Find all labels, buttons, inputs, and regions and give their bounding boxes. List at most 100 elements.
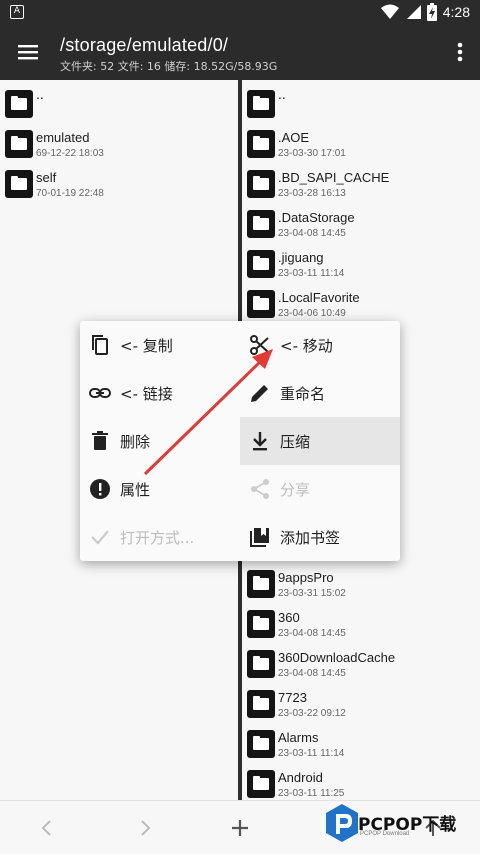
menu-item-open-with[interactable]: 打开方式...: [80, 513, 240, 561]
watermark-logo: PCPOP下载 PCPOP Download: [322, 802, 472, 846]
link-icon: [89, 388, 111, 398]
more-options-icon[interactable]: [454, 38, 466, 66]
folder-icon: [247, 570, 275, 598]
item-name: .jiguang: [278, 250, 324, 265]
folder-icon: [247, 290, 275, 318]
menu-item-label: 属性: [120, 481, 151, 499]
list-item[interactable]: emulated 69-12-22 18:03: [0, 124, 238, 164]
list-item[interactable]: .BD_SAPI_CACHE 23-03-28 16:13: [242, 164, 480, 204]
list-item-parent[interactable]: ..: [0, 84, 238, 124]
item-name: Alarms: [278, 730, 319, 745]
scissors-icon: [250, 335, 269, 355]
item-name: .BD_SAPI_CACHE: [278, 170, 390, 185]
folder-icon: [5, 90, 33, 118]
folder-icon: [247, 690, 275, 718]
item-name: .AOE: [278, 130, 310, 145]
context-menu: <- 复制 <- 移动 <- 链接 重命名 删除 压缩 属性 分享 打开方式..…: [80, 321, 400, 561]
list-item[interactable]: .DataStorage 23-04-08 14:45: [242, 204, 480, 244]
pencil-icon: [251, 385, 268, 402]
status-icons: 4:28: [380, 2, 470, 22]
folder-icon: [247, 210, 275, 238]
add-icon[interactable]: [227, 815, 253, 841]
list-item[interactable]: self 70-01-19 22:48: [0, 164, 238, 204]
item-name: .DataStorage: [278, 210, 355, 225]
item-date: 23-03-22 09:12: [278, 708, 346, 719]
menu-item-label: <- 链接: [120, 385, 173, 403]
item-date: 23-04-08 14:45: [278, 668, 346, 679]
list-item[interactable]: .LocalFavorite 23-04-06 10:49: [242, 284, 480, 324]
folder-icon: [247, 650, 275, 678]
watermark-brand-sub: PCPOP Download: [360, 831, 410, 837]
item-name: ..: [36, 86, 44, 102]
list-item[interactable]: 360 23-04-08 14:45: [242, 604, 480, 644]
signal-icon: [406, 5, 421, 19]
list-item[interactable]: 7723 23-03-22 09:12: [242, 684, 480, 724]
item-name: 7723: [278, 690, 307, 705]
share-icon: [251, 479, 269, 499]
item-name: 360DownloadCache: [278, 650, 396, 665]
menu-item-label: 重命名: [280, 385, 326, 403]
item-date: 23-03-11 11:14: [278, 268, 345, 279]
copy-icon: [92, 335, 108, 355]
hamburger-menu-icon[interactable]: [14, 38, 42, 66]
menu-item-link[interactable]: <- 链接: [80, 369, 240, 417]
current-path: /storage/emulated/0/: [60, 35, 229, 55]
item-name: 9appsPro: [278, 570, 334, 585]
item-date: 23-04-08 14:45: [278, 628, 346, 639]
list-item-parent[interactable]: ..: [242, 84, 480, 124]
item-name: Android: [278, 770, 323, 785]
clock: 4:28: [442, 4, 470, 20]
list-item[interactable]: 360DownloadCache 23-04-08 14:45: [242, 644, 480, 684]
item-date: 69-12-22 18:03: [36, 148, 104, 159]
item-date: 23-03-30 17:01: [278, 148, 346, 159]
folder-icon: [247, 90, 275, 118]
item-name: emulated: [36, 130, 90, 145]
folder-icon: [5, 170, 33, 198]
list-item[interactable]: Android 23-03-11 11:25: [242, 764, 480, 800]
check-icon: [91, 530, 109, 545]
trash-icon: [92, 431, 108, 450]
bookmark-icon: [250, 528, 269, 547]
menu-item-label: 删除: [120, 433, 151, 451]
wifi-icon: [380, 4, 399, 19]
item-date: 23-03-11 11:25: [278, 788, 345, 799]
item-date: 23-04-06 10:49: [278, 308, 346, 319]
menu-item-delete[interactable]: 删除: [80, 417, 240, 465]
folder-icon: [247, 170, 275, 198]
folder-icon: [247, 770, 275, 798]
menu-item-label: 打开方式...: [120, 529, 195, 547]
menu-item-rename[interactable]: 重命名: [240, 369, 400, 417]
download-icon: [253, 432, 267, 451]
status-bar: A 4:28: [0, 0, 480, 24]
menu-item-label: 分享: [280, 481, 311, 499]
menu-item-copy[interactable]: <- 复制: [80, 321, 240, 369]
list-item[interactable]: 9appsPro 23-03-31 15:02: [242, 564, 480, 604]
list-item[interactable]: .AOE 23-03-30 17:01: [242, 124, 480, 164]
list-item[interactable]: Alarms 23-03-11 11:14: [242, 724, 480, 764]
info-alert-icon: [90, 479, 110, 499]
item-name: 360: [278, 610, 300, 625]
menu-item-move[interactable]: <- 移动: [240, 321, 400, 369]
item-date: 23-03-11 11:14: [278, 748, 345, 759]
item-date: 70-01-19 22:48: [36, 188, 104, 199]
storage-summary: 文件夹: 52 文件: 16 储存: 18.52G/58.93G: [60, 60, 278, 73]
menu-item-properties[interactable]: 属性: [80, 465, 240, 513]
menu-item-share[interactable]: 分享: [240, 465, 400, 513]
menu-item-bookmark[interactable]: 添加书签: [240, 513, 400, 561]
folder-icon: [247, 130, 275, 158]
menu-item-label: 添加书签: [280, 529, 341, 547]
pcpop-logo-icon: [326, 804, 358, 842]
list-item[interactable]: .jiguang 23-03-11 11:14: [242, 244, 480, 284]
forward-arrow-icon[interactable]: [132, 815, 158, 841]
menu-item-label: 压缩: [280, 433, 311, 451]
item-date: 23-03-31 15:02: [278, 588, 346, 599]
back-arrow-icon[interactable]: [34, 815, 60, 841]
item-name: .LocalFavorite: [278, 290, 360, 305]
item-name: ..: [278, 86, 286, 102]
item-date: 23-04-08 14:45: [278, 228, 346, 239]
menu-item-compress[interactable]: 压缩: [240, 417, 400, 465]
app-notification-icon: A: [10, 5, 24, 19]
folder-icon: [247, 730, 275, 758]
folder-icon: [5, 130, 33, 158]
menu-item-label: <- 移动: [280, 337, 333, 355]
